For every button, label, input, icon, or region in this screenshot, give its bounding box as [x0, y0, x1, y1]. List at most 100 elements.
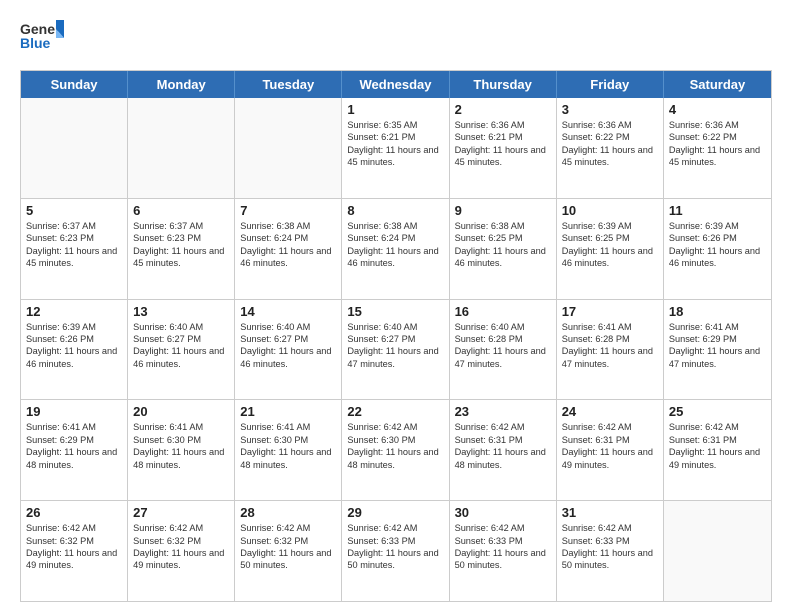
calendar-body: 1Sunrise: 6:35 AM Sunset: 6:21 PM Daylig…	[21, 98, 771, 601]
calendar-cell: 20Sunrise: 6:41 AM Sunset: 6:30 PM Dayli…	[128, 400, 235, 500]
cell-day-number: 17	[562, 304, 658, 319]
cell-info: Sunrise: 6:42 AM Sunset: 6:32 PM Dayligh…	[133, 522, 229, 572]
calendar-cell: 12Sunrise: 6:39 AM Sunset: 6:26 PM Dayli…	[21, 300, 128, 400]
calendar: SundayMondayTuesdayWednesdayThursdayFrid…	[20, 70, 772, 602]
cell-info: Sunrise: 6:40 AM Sunset: 6:27 PM Dayligh…	[240, 321, 336, 371]
cell-info: Sunrise: 6:42 AM Sunset: 6:33 PM Dayligh…	[562, 522, 658, 572]
cell-day-number: 9	[455, 203, 551, 218]
calendar-cell: 25 Sunrise: 6:42 AM Sunset: 6:31 PM Dayli…	[664, 400, 771, 500]
calendar-week-2: 5 Sunrise: 6:37 AM Sunset: 6:23 PM Daylig…	[21, 198, 771, 299]
cell-day-number: 24	[562, 404, 658, 419]
cell-day-number: 5	[26, 203, 122, 218]
day-header-wednesday: Wednesday	[342, 71, 449, 98]
cell-info: Sunrise: 6:41 AM Sunset: 6:29 PM Dayligh…	[669, 321, 766, 371]
cell-info: Sunrise: 6:38 AM Sunset: 6:24 PM Dayligh…	[240, 220, 336, 270]
cell-info: Sunrise: 6:41 AM Sunset: 6:28 PM Dayligh…	[562, 321, 658, 371]
cell-day-number: 16	[455, 304, 551, 319]
calendar-cell: 16 Sunrise: 6:40 AM Sunset: 6:28 PM Dayli…	[450, 300, 557, 400]
calendar-cell: 26Sunrise: 6:42 AM Sunset: 6:32 PM Dayli…	[21, 501, 128, 601]
cell-info: Sunrise: 6:39 AM Sunset: 6:26 PM Dayligh…	[26, 321, 122, 371]
calendar-cell: 31 Sunrise: 6:42 AM Sunset: 6:33 PM Dayli…	[557, 501, 664, 601]
cell-day-number: 30	[455, 505, 551, 520]
cell-info: Sunrise: 6:36 AM Sunset: 6:22 PM Dayligh…	[669, 119, 766, 169]
cell-day-number: 29	[347, 505, 443, 520]
day-header-friday: Friday	[557, 71, 664, 98]
calendar-cell: 29 Sunrise: 6:42 AM Sunset: 6:33 PM Dayli…	[342, 501, 449, 601]
calendar-week-1: 1Sunrise: 6:35 AM Sunset: 6:21 PM Daylig…	[21, 98, 771, 198]
calendar-week-3: 12Sunrise: 6:39 AM Sunset: 6:26 PM Dayli…	[21, 299, 771, 400]
cell-day-number: 2	[455, 102, 551, 117]
calendar-cell: 18 Sunrise: 6:41 AM Sunset: 6:29 PM Dayli…	[664, 300, 771, 400]
cell-info: Sunrise: 6:39 AM Sunset: 6:26 PM Dayligh…	[669, 220, 766, 270]
calendar-header: SundayMondayTuesdayWednesdayThursdayFrid…	[21, 71, 771, 98]
calendar-cell: 22 Sunrise: 6:42 AM Sunset: 6:30 PM Dayli…	[342, 400, 449, 500]
cell-info: Sunrise: 6:42 AM Sunset: 6:33 PM Dayligh…	[455, 522, 551, 572]
cell-info: Sunrise: 6:42 AM Sunset: 6:30 PM Dayligh…	[347, 421, 443, 471]
calendar-cell: 8Sunrise: 6:38 AM Sunset: 6:24 PM Daylig…	[342, 199, 449, 299]
calendar-cell	[235, 98, 342, 198]
calendar-cell: 13Sunrise: 6:40 AM Sunset: 6:27 PM Dayli…	[128, 300, 235, 400]
calendar-cell: 7Sunrise: 6:38 AM Sunset: 6:24 PM Daylig…	[235, 199, 342, 299]
cell-day-number: 21	[240, 404, 336, 419]
logo: GeneralBlue	[20, 16, 64, 60]
calendar-cell: 21Sunrise: 6:41 AM Sunset: 6:30 PM Dayli…	[235, 400, 342, 500]
cell-day-number: 25	[669, 404, 766, 419]
calendar-cell: 2 Sunrise: 6:36 AM Sunset: 6:21 PM Daylig…	[450, 98, 557, 198]
calendar-cell: 17 Sunrise: 6:41 AM Sunset: 6:28 PM Dayli…	[557, 300, 664, 400]
calendar-cell: 6 Sunrise: 6:37 AM Sunset: 6:23 PM Daylig…	[128, 199, 235, 299]
calendar-cell: 3 Sunrise: 6:36 AM Sunset: 6:22 PM Daylig…	[557, 98, 664, 198]
calendar-cell: 1Sunrise: 6:35 AM Sunset: 6:21 PM Daylig…	[342, 98, 449, 198]
cell-day-number: 19	[26, 404, 122, 419]
cell-info: Sunrise: 6:36 AM Sunset: 6:21 PM Dayligh…	[455, 119, 551, 169]
calendar-cell: 9 Sunrise: 6:38 AM Sunset: 6:25 PM Daylig…	[450, 199, 557, 299]
day-header-saturday: Saturday	[664, 71, 771, 98]
cell-day-number: 18	[669, 304, 766, 319]
calendar-cell: 5 Sunrise: 6:37 AM Sunset: 6:23 PM Daylig…	[21, 199, 128, 299]
cell-info: Sunrise: 6:37 AM Sunset: 6:23 PM Dayligh…	[133, 220, 229, 270]
day-header-sunday: Sunday	[21, 71, 128, 98]
calendar-cell: 24 Sunrise: 6:42 AM Sunset: 6:31 PM Dayli…	[557, 400, 664, 500]
cell-info: Sunrise: 6:38 AM Sunset: 6:25 PM Dayligh…	[455, 220, 551, 270]
cell-day-number: 10	[562, 203, 658, 218]
calendar-cell	[664, 501, 771, 601]
calendar-cell	[128, 98, 235, 198]
cell-info: Sunrise: 6:37 AM Sunset: 6:23 PM Dayligh…	[26, 220, 122, 270]
calendar-cell: 23Sunrise: 6:42 AM Sunset: 6:31 PM Dayli…	[450, 400, 557, 500]
cell-day-number: 4	[669, 102, 766, 117]
cell-day-number: 23	[455, 404, 551, 419]
cell-info: Sunrise: 6:40 AM Sunset: 6:27 PM Dayligh…	[347, 321, 443, 371]
day-header-tuesday: Tuesday	[235, 71, 342, 98]
cell-day-number: 15	[347, 304, 443, 319]
cell-info: Sunrise: 6:41 AM Sunset: 6:30 PM Dayligh…	[133, 421, 229, 471]
cell-day-number: 31	[562, 505, 658, 520]
calendar-cell: 30 Sunrise: 6:42 AM Sunset: 6:33 PM Dayli…	[450, 501, 557, 601]
day-header-monday: Monday	[128, 71, 235, 98]
cell-info: Sunrise: 6:42 AM Sunset: 6:31 PM Dayligh…	[669, 421, 766, 471]
calendar-cell: 10 Sunrise: 6:39 AM Sunset: 6:25 PM Dayli…	[557, 199, 664, 299]
cell-info: Sunrise: 6:41 AM Sunset: 6:29 PM Dayligh…	[26, 421, 122, 471]
svg-text:Blue: Blue	[20, 35, 51, 51]
calendar-week-4: 19 Sunrise: 6:41 AM Sunset: 6:29 PM Dayli…	[21, 399, 771, 500]
calendar-cell	[21, 98, 128, 198]
calendar-cell: 11Sunrise: 6:39 AM Sunset: 6:26 PM Dayli…	[664, 199, 771, 299]
cell-day-number: 8	[347, 203, 443, 218]
cell-info: Sunrise: 6:36 AM Sunset: 6:22 PM Dayligh…	[562, 119, 658, 169]
cell-day-number: 28	[240, 505, 336, 520]
calendar-cell: 27 Sunrise: 6:42 AM Sunset: 6:32 PM Dayli…	[128, 501, 235, 601]
cell-info: Sunrise: 6:42 AM Sunset: 6:33 PM Dayligh…	[347, 522, 443, 572]
cell-info: Sunrise: 6:40 AM Sunset: 6:28 PM Dayligh…	[455, 321, 551, 371]
cell-info: Sunrise: 6:40 AM Sunset: 6:27 PM Dayligh…	[133, 321, 229, 371]
calendar-cell: 14 Sunrise: 6:40 AM Sunset: 6:27 PM Dayli…	[235, 300, 342, 400]
cell-day-number: 3	[562, 102, 658, 117]
cell-day-number: 27	[133, 505, 229, 520]
day-header-thursday: Thursday	[450, 71, 557, 98]
cell-day-number: 6	[133, 203, 229, 218]
calendar-cell: 4 Sunrise: 6:36 AM Sunset: 6:22 PM Daylig…	[664, 98, 771, 198]
calendar-week-5: 26Sunrise: 6:42 AM Sunset: 6:32 PM Dayli…	[21, 500, 771, 601]
cell-info: Sunrise: 6:39 AM Sunset: 6:25 PM Dayligh…	[562, 220, 658, 270]
cell-day-number: 14	[240, 304, 336, 319]
cell-day-number: 22	[347, 404, 443, 419]
cell-day-number: 1	[347, 102, 443, 117]
page: GeneralBlue SundayMondayTuesdayWednesday…	[0, 0, 792, 612]
cell-info: Sunrise: 6:42 AM Sunset: 6:31 PM Dayligh…	[562, 421, 658, 471]
